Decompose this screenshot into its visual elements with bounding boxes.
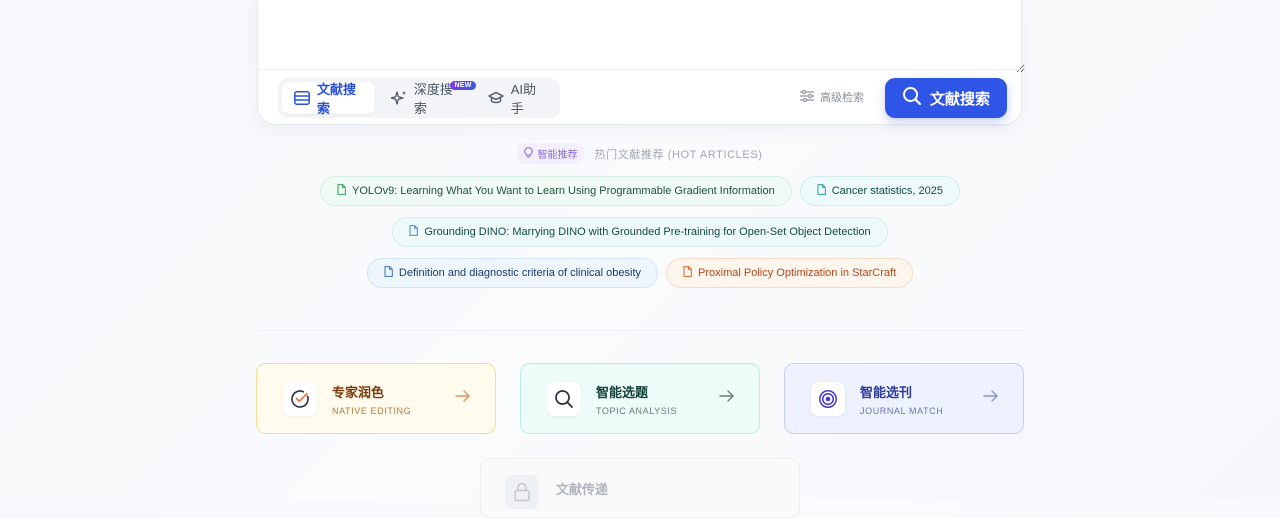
article-chip[interactable]: Definition and diagnostic criteria of cl… xyxy=(366,258,659,288)
feature-card-journal-match[interactable]: 智能选刊 JOURNAL MATCH xyxy=(784,363,1024,434)
feature-title: 专家润色 xyxy=(332,384,385,400)
article-chip[interactable]: Proximal Policy Optimization in StarCraf… xyxy=(666,258,914,288)
tab-label: 文献搜索 xyxy=(317,82,357,116)
article-title: Proximal Policy Optimization in StarCraf… xyxy=(698,267,897,279)
graduation-cap-icon xyxy=(488,91,504,105)
feature-subtitle: JOURNAL MATCH xyxy=(860,405,944,416)
advanced-search-label: 高级检索 xyxy=(820,92,864,104)
feature-subtitle: TOPIC ANALYSIS xyxy=(596,405,678,416)
feature-title: 智能选题 xyxy=(596,384,649,400)
check-circle-icon xyxy=(283,381,317,416)
search-card: 文献搜索 深度搜索 NEW AI助手 高级检索 文献搜索 xyxy=(257,0,1025,125)
feature-title: 智能选刊 xyxy=(860,384,913,400)
article-chip[interactable]: Grounding DINO: Marrying DINO with Groun… xyxy=(392,217,888,247)
feature-card-document-delivery[interactable]: 文献传递 xyxy=(480,458,800,518)
arrow-right-icon xyxy=(983,389,999,408)
list-icon xyxy=(294,91,310,105)
arrow-right-icon xyxy=(719,389,735,408)
arrow-right-icon xyxy=(455,389,471,408)
sparkle-icon xyxy=(390,90,407,106)
tab-deep-search[interactable]: 深度搜索 NEW xyxy=(379,81,476,116)
hot-articles-header: 智能推荐 热门文献推荐 (HOT ARTICLES) xyxy=(0,143,1280,164)
feature-card-native-editing[interactable]: 专家润色 NATIVE EDITING xyxy=(256,363,496,434)
target-icon xyxy=(811,381,845,416)
smart-recommend-label: 智能推荐 xyxy=(537,150,578,161)
article-chip-row: YOLOv9: Learning What You Want to Learn … xyxy=(0,176,1280,206)
tab-literature-search[interactable]: 文献搜索 xyxy=(282,82,375,116)
feature-subtitle: NATIVE EDITING xyxy=(332,405,412,416)
new-badge: NEW xyxy=(450,81,476,90)
tab-label: AI助手 xyxy=(510,82,537,116)
section-divider xyxy=(257,330,1024,331)
search-icon xyxy=(902,86,922,110)
tab-ai-assistant[interactable]: AI助手 xyxy=(476,82,556,116)
search-icon xyxy=(547,381,581,416)
article-chip-row: Definition and diagnostic criteria of cl… xyxy=(0,258,1280,288)
advanced-search-link[interactable]: 高级检索 xyxy=(800,89,864,105)
article-title: Grounding DINO: Marrying DINO with Groun… xyxy=(424,226,871,238)
article-title: Definition and diagnostic criteria of cl… xyxy=(398,267,642,279)
search-mode-tabs: 文献搜索 深度搜索 NEW AI助手 xyxy=(278,78,560,118)
feature-title: 文献传递 xyxy=(556,482,609,497)
document-icon xyxy=(337,184,346,198)
document-icon xyxy=(409,225,419,239)
smart-recommend-badge: 智能推荐 xyxy=(517,143,585,164)
search-submit-button[interactable]: 文献搜索 xyxy=(885,78,1007,118)
hot-articles-title: 热门文献推荐 (HOT ARTICLES) xyxy=(594,148,763,161)
lightbulb-icon xyxy=(524,146,534,161)
article-title: Cancer statistics, 2025 xyxy=(831,185,943,197)
search-input[interactable] xyxy=(258,0,1025,73)
document-icon xyxy=(683,266,692,280)
article-chip[interactable]: YOLOv9: Learning What You Want to Learn … xyxy=(320,176,792,206)
document-icon xyxy=(817,184,826,198)
article-title: YOLOv9: Learning What You Want to Learn … xyxy=(352,185,775,197)
divider xyxy=(258,69,1021,70)
article-chip[interactable]: Cancer statistics, 2025 xyxy=(799,176,960,206)
sliders-icon xyxy=(800,89,814,105)
feature-card-topic-analysis[interactable]: 智能选题 TOPIC ANALYSIS xyxy=(520,363,760,434)
search-submit-label: 文献搜索 xyxy=(929,90,990,108)
document-icon xyxy=(384,266,393,280)
lock-icon xyxy=(505,475,539,509)
article-chip-row: Grounding DINO: Marrying DINO with Groun… xyxy=(0,217,1280,247)
